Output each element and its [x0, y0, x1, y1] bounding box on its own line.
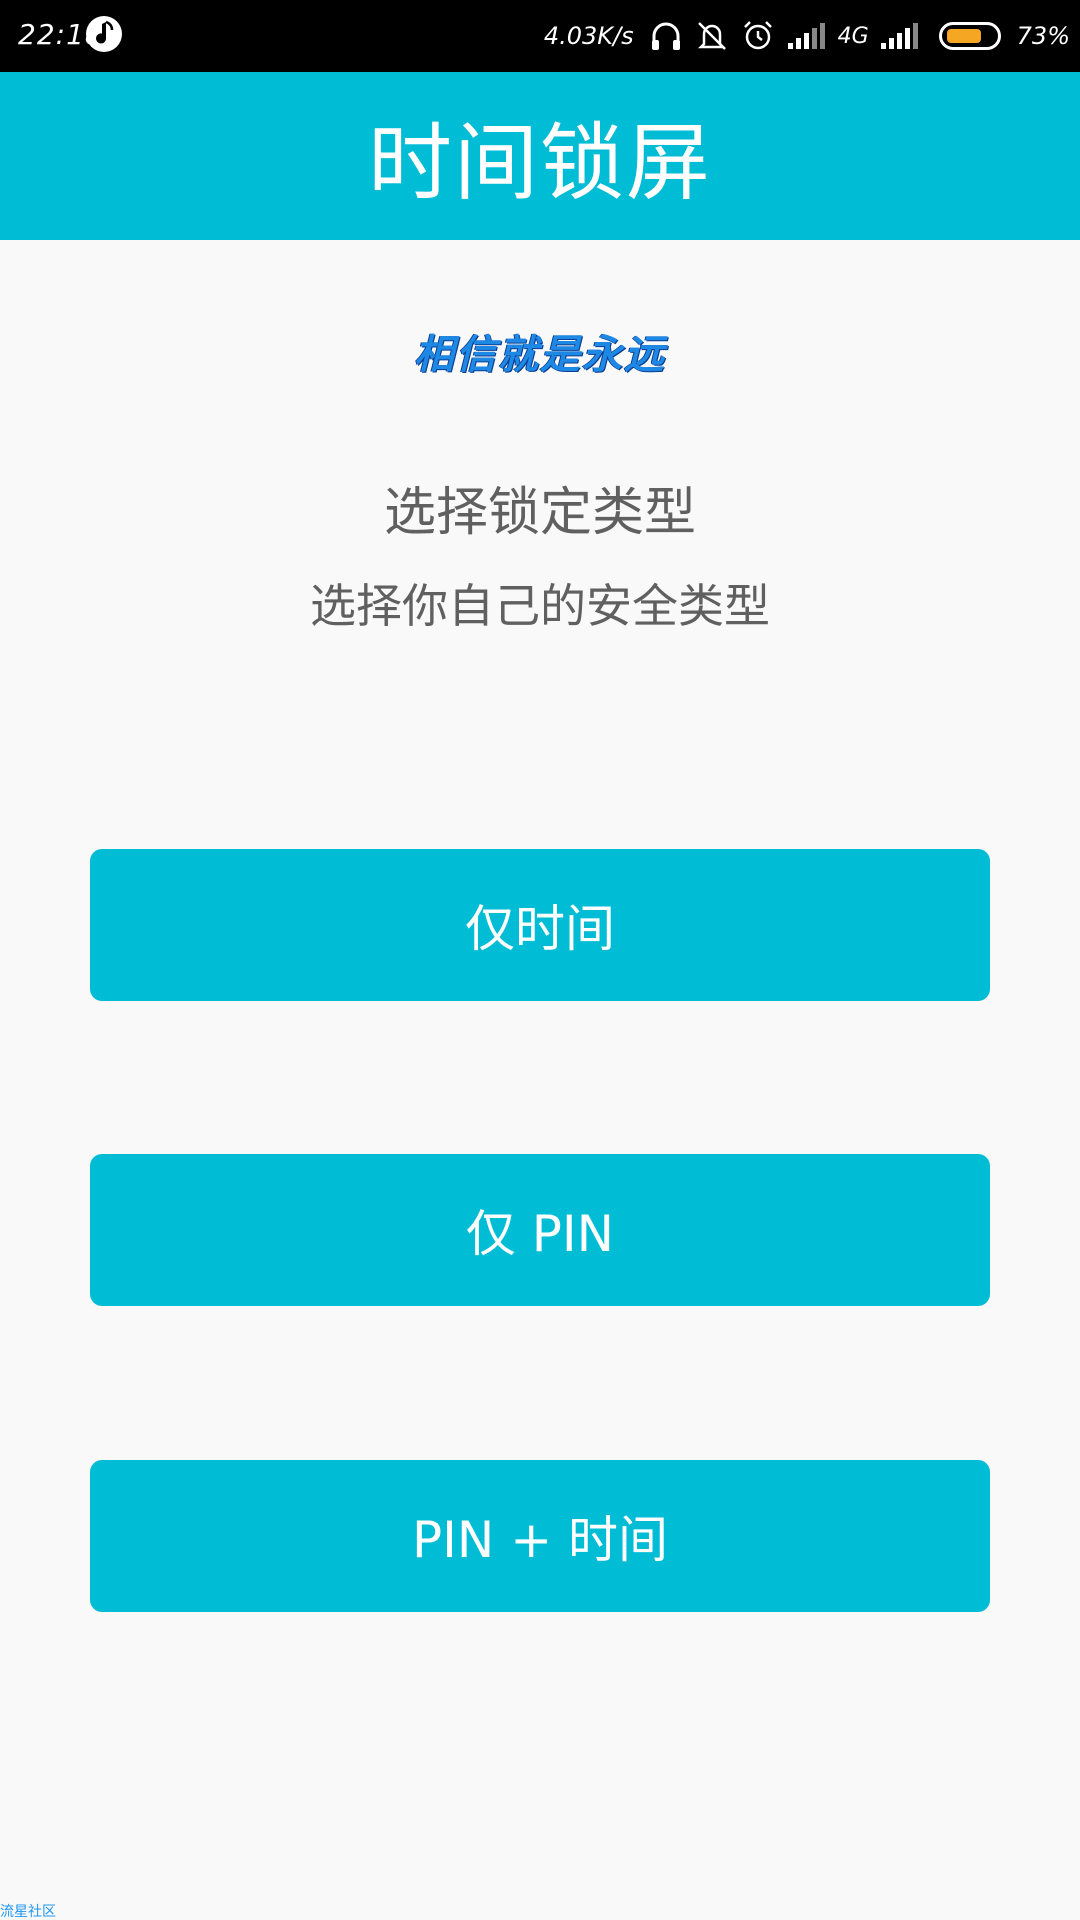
- signal-icon: [880, 23, 918, 49]
- signal-icon: [787, 23, 825, 49]
- battery-fill: [946, 29, 981, 43]
- alarm-icon: [743, 21, 772, 50]
- pin-only-button[interactable]: 仅 PIN: [90, 1154, 990, 1306]
- slogan-logo: 相信就是永远: [414, 331, 666, 378]
- app-title: 时间锁屏: [367, 113, 712, 212]
- battery-icon: [938, 22, 1001, 50]
- battery-percent: 73%: [1016, 22, 1070, 50]
- network-type: 4G: [837, 23, 869, 49]
- page-heading: 选择锁定类型: [383, 483, 696, 543]
- music-app-icon: [86, 16, 122, 52]
- headphones-icon: [651, 22, 680, 50]
- bell-off-icon: [697, 22, 726, 50]
- watermark: 流星社区: [0, 1904, 56, 1920]
- page-subheading: 选择你自己的安全类型: [310, 579, 770, 633]
- net-speed: 4.03K/s: [543, 22, 634, 50]
- status-bar: 22:18 4.03K/s 4G 73%: [0, 0, 1080, 72]
- screen: 22:18 4.03K/s 4G 73% 时间锁屏 相信就是永远 选择锁定类型 …: [0, 0, 1080, 1920]
- time-only-button[interactable]: 仅时间: [90, 849, 990, 1001]
- status-icons: 4.03K/s 4G 73%: [544, 0, 1070, 72]
- pin-plus-time-button[interactable]: PIN + 时间: [90, 1460, 990, 1612]
- app-header: 时间锁屏: [0, 72, 1080, 240]
